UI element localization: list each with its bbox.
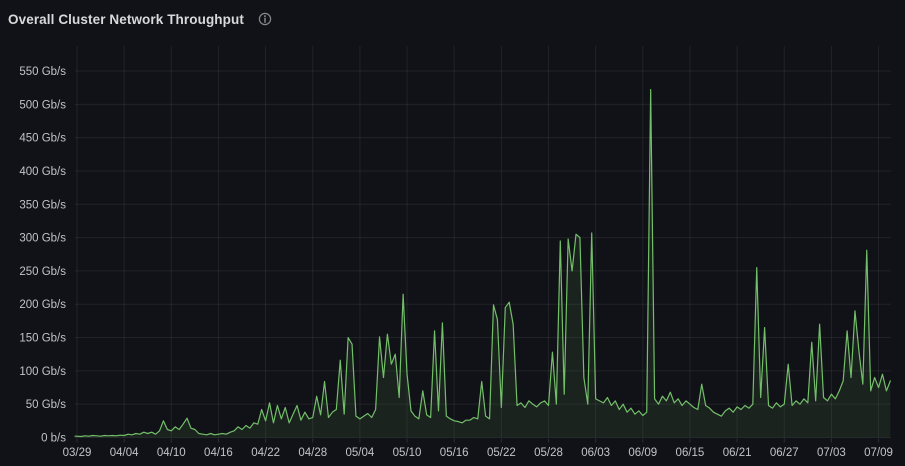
x-tick-label: 06/15 xyxy=(676,447,705,459)
x-tick-label: 06/09 xyxy=(628,447,657,459)
y-tick-label: 150 Gb/s xyxy=(19,333,66,345)
x-tick-label: 05/28 xyxy=(534,447,563,459)
y-tick-label: 100 Gb/s xyxy=(19,366,66,378)
y-tick-label: 50 Gb/s xyxy=(26,399,67,411)
x-tick-label: 06/03 xyxy=(581,447,610,459)
chart-area: 0 b/s 50 Gb/s 100 Gb/s 150 Gb/s 200 Gb/s 250 … xyxy=(0,0,905,466)
series-line xyxy=(74,89,891,438)
x-tick-label: 04/22 xyxy=(251,447,280,459)
x-tick-label: 05/22 xyxy=(487,447,516,459)
panel-header[interactable]: Overall Cluster Network Throughput xyxy=(0,0,905,30)
x-tick-label: 05/04 xyxy=(346,447,375,459)
x-tick-label: 06/21 xyxy=(723,447,752,459)
time-series-plot[interactable]: 0 b/s 50 Gb/s 100 Gb/s 150 Gb/s 200 Gb/s 250 … xyxy=(0,0,905,466)
x-tick-label: 04/16 xyxy=(204,447,233,459)
info-circle-icon[interactable] xyxy=(258,12,272,26)
x-tick-label: 03/29 xyxy=(63,447,92,459)
y-tick-label: 0 b/s xyxy=(41,433,66,445)
y-tick-label: 200 Gb/s xyxy=(19,299,66,311)
y-tick-label: 450 Gb/s xyxy=(19,133,66,145)
grafana-panel: 0 b/s 50 Gb/s 100 Gb/s 150 Gb/s 200 Gb/s 250 … xyxy=(0,0,905,466)
x-tick-label: 04/28 xyxy=(298,447,327,459)
panel-title: Overall Cluster Network Throughput xyxy=(8,11,244,27)
x-tick-label: 06/27 xyxy=(770,447,799,459)
x-tick-label: 04/10 xyxy=(157,447,186,459)
x-tick-label: 05/10 xyxy=(393,447,422,459)
y-tick-label: 400 Gb/s xyxy=(19,166,66,178)
x-tick-label: 04/04 xyxy=(110,447,139,459)
y-tick-label: 550 Gb/s xyxy=(19,66,66,78)
y-tick-label: 250 Gb/s xyxy=(19,266,66,278)
x-tick-label: 05/16 xyxy=(440,447,469,459)
x-tick-label: 07/09 xyxy=(864,447,893,459)
y-tick-label: 500 Gb/s xyxy=(19,99,66,111)
x-tick-label: 07/03 xyxy=(817,447,846,459)
y-tick-label: 350 Gb/s xyxy=(19,199,66,211)
y-tick-label: 300 Gb/s xyxy=(19,233,66,245)
